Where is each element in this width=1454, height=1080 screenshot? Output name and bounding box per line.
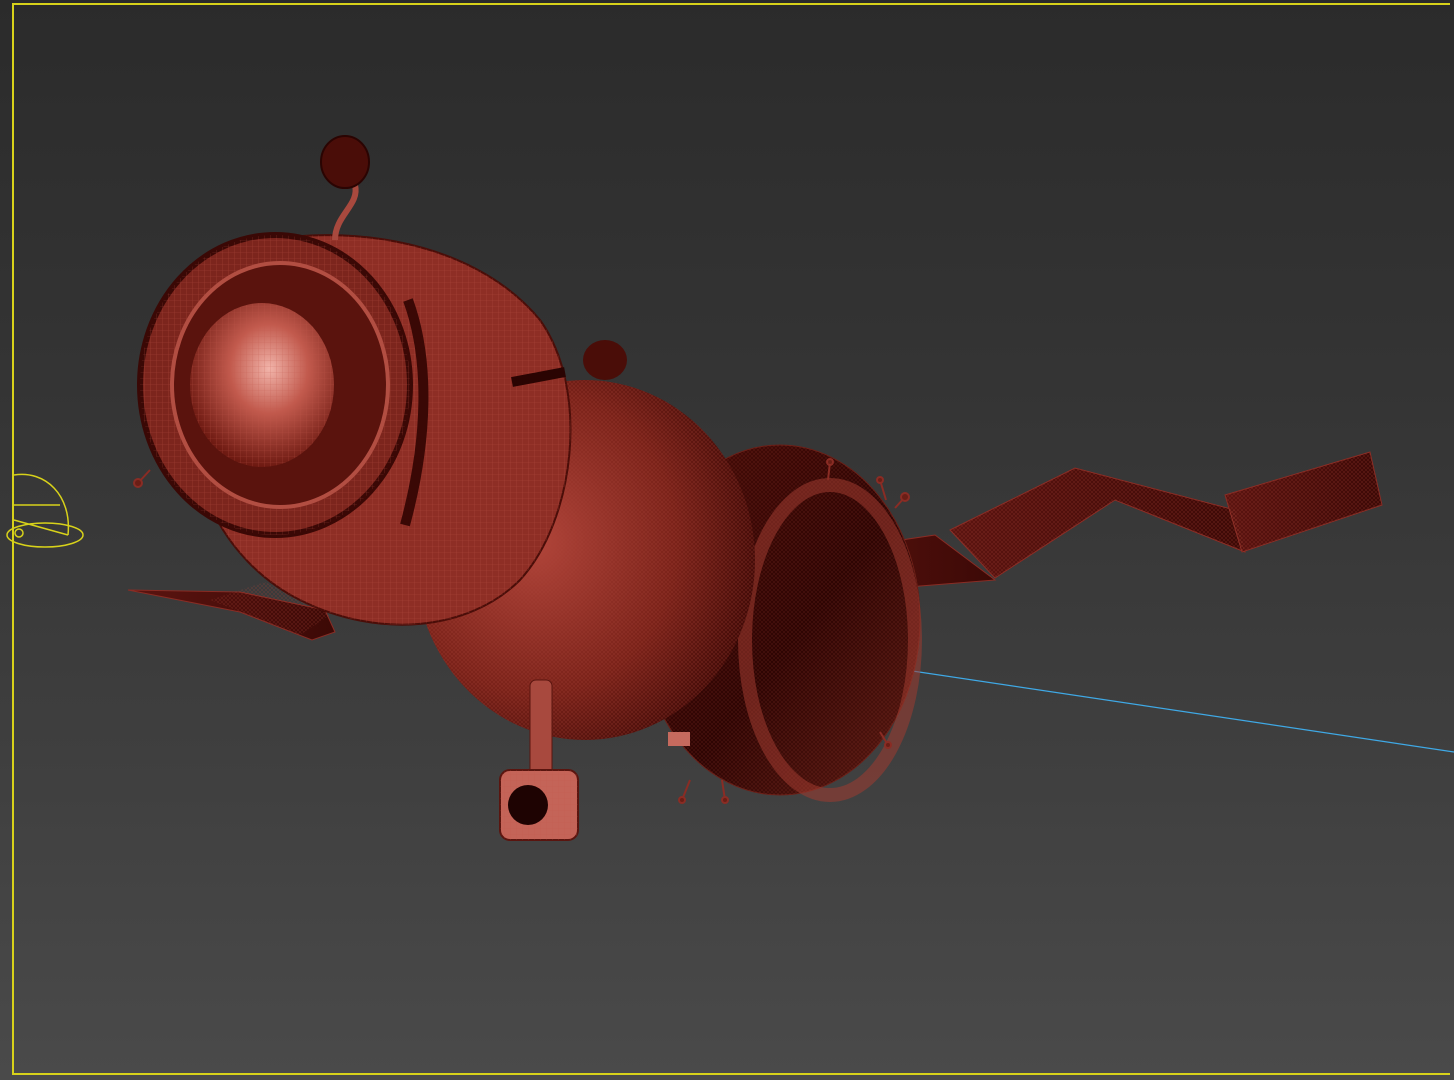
viewport-canvas[interactable]: [0, 0, 1454, 1080]
camera-gizmo-icon[interactable]: [6, 473, 84, 548]
descent-module[interactable]: [137, 232, 572, 626]
3d-viewport[interactable]: [0, 0, 1454, 1080]
